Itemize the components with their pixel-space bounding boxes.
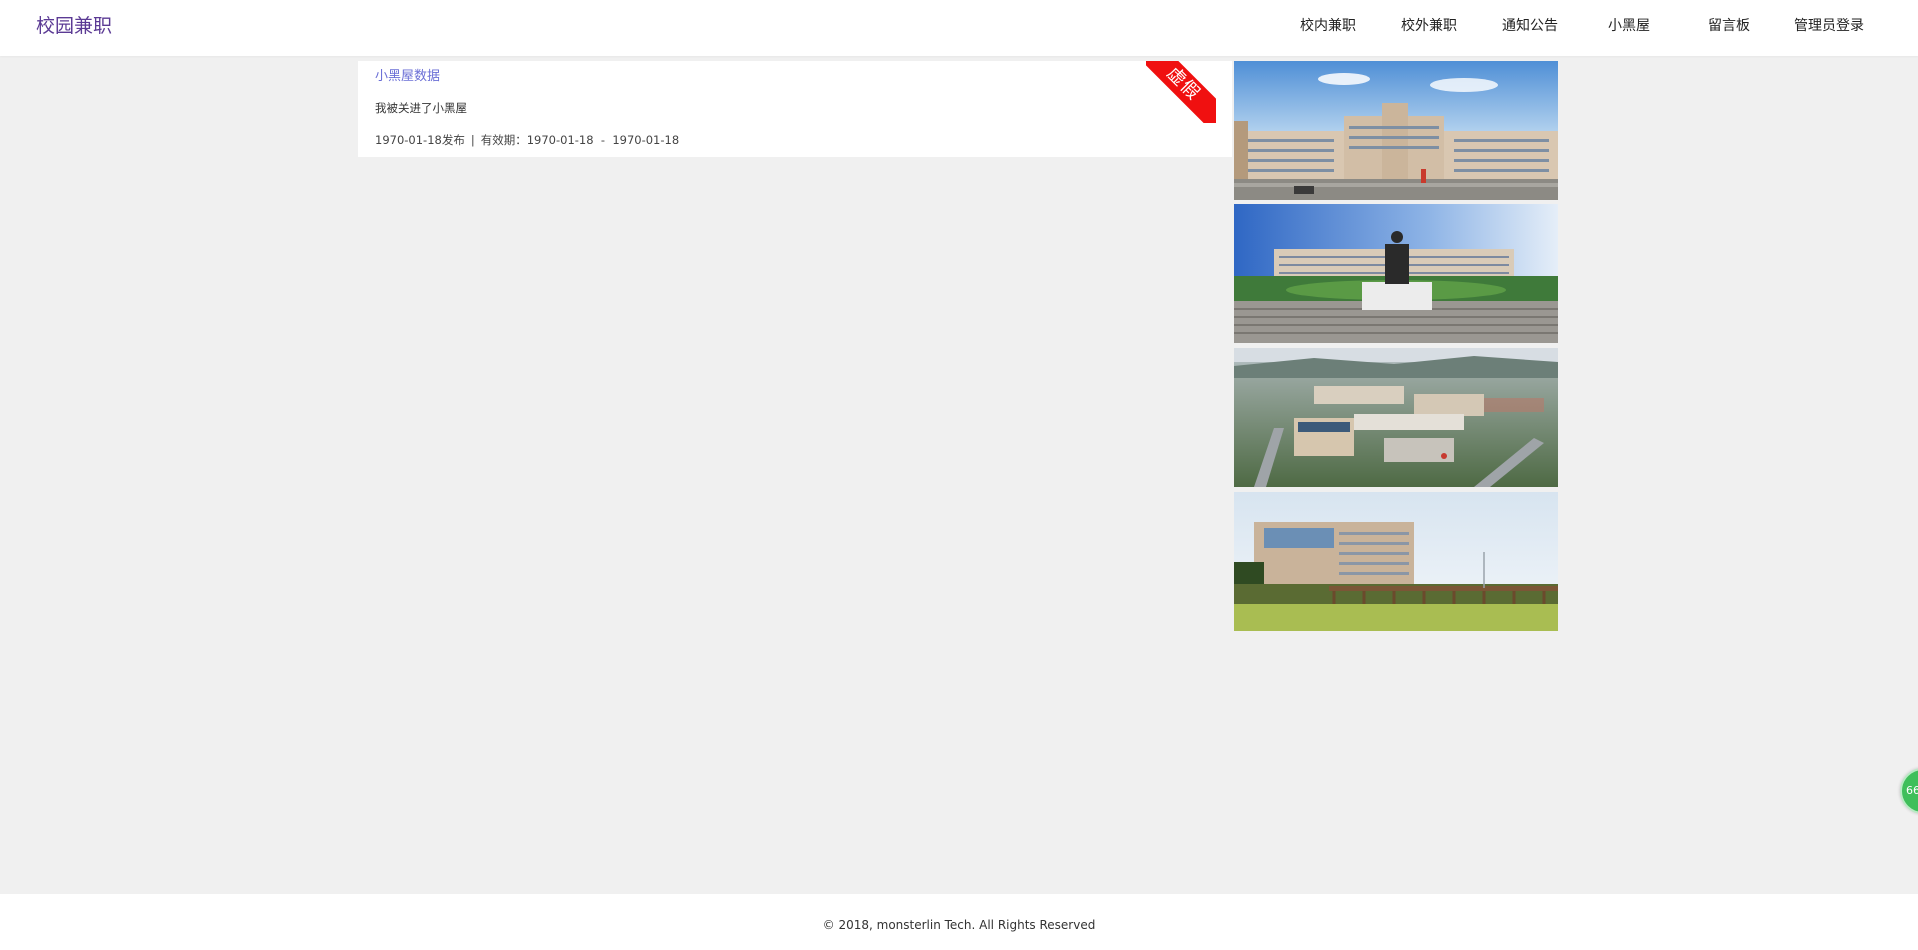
campus-statue-image <box>1234 204 1558 343</box>
floating-counter-badge[interactable]: 66 <box>1900 768 1918 814</box>
meta-separator: | <box>470 133 475 147</box>
nav-item-message-board[interactable]: 留言板 <box>1708 17 1750 35</box>
brand-logo-link[interactable]: 校园兼职 <box>36 14 112 38</box>
top-navbar: 校园兼职 校内兼职 校外兼职 通知公告 小黑屋 留言板 管理员登录 <box>0 0 1918 56</box>
job-post-title-link[interactable]: 小黑屋数据 <box>375 68 440 85</box>
campus-main-building-image <box>1234 61 1558 200</box>
job-post-card: 小黑屋数据 我被关进了小黑屋 1970-01-18发布 | 有效期：1970-01-… <box>358 61 1232 157</box>
job-post-description: 我被关进了小黑屋 <box>375 101 467 115</box>
campus-statue-photo[interactable] <box>1234 204 1558 343</box>
job-post-meta: 1970-01-18发布 | 有效期：1970-01-18 - 1970-01-18 <box>375 133 679 148</box>
nav-item-announcements[interactable]: 通知公告 <box>1502 17 1558 35</box>
campus-aerial-image <box>1234 348 1558 487</box>
campus-library-image <box>1234 492 1558 631</box>
nav-item-off-campus-jobs[interactable]: 校外兼职 <box>1401 17 1457 35</box>
copyright-text: © 2018, monsterlin Tech. All Rights Rese… <box>822 918 1096 932</box>
nav-item-on-campus-jobs[interactable]: 校内兼职 <box>1300 17 1356 35</box>
publish-date: 1970-01-18发布 <box>375 133 465 147</box>
page-footer: © 2018, monsterlin Tech. All Rights Rese… <box>0 894 1918 950</box>
fake-ribbon-label: 虚假 <box>1146 61 1216 123</box>
campus-library-photo[interactable] <box>1234 492 1558 631</box>
validity-period: 有效期：1970-01-18 - 1970-01-18 <box>480 133 680 147</box>
campus-main-building-photo[interactable] <box>1234 61 1558 200</box>
campus-aerial-photo[interactable] <box>1234 348 1558 487</box>
fake-ribbon-corner: 虚假 <box>1146 61 1216 123</box>
nav-item-admin-login[interactable]: 管理员登录 <box>1794 17 1864 35</box>
nav-item-blacklist[interactable]: 小黑屋 <box>1608 17 1650 35</box>
